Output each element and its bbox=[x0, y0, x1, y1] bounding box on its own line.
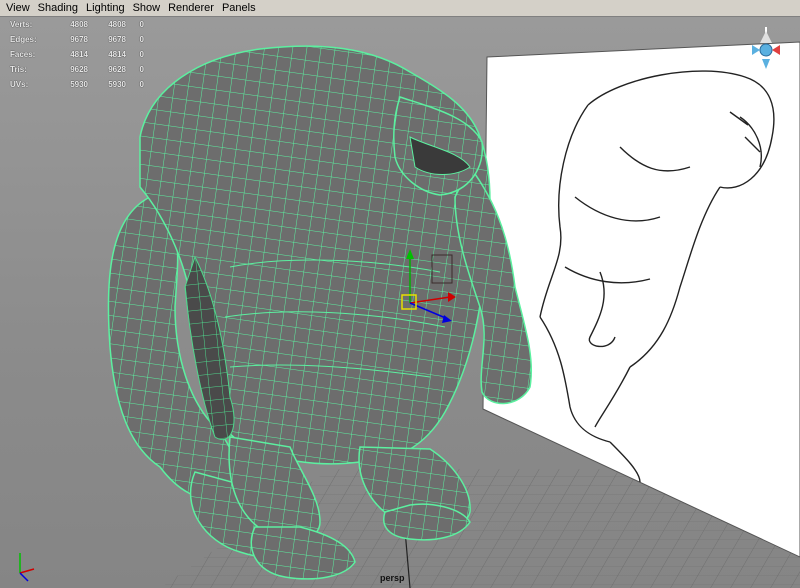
hud-row-edges: Edges: 9678 9678 0 bbox=[10, 32, 144, 47]
hud-value: 0 bbox=[139, 50, 144, 59]
hud-value: 9678 bbox=[108, 35, 126, 44]
hud-value: 0 bbox=[139, 80, 144, 89]
perspective-viewport[interactable]: Verts: 4808 4808 0 Edges: 9678 9678 0 Fa… bbox=[0, 17, 800, 588]
hud-value: 5930 bbox=[70, 80, 88, 89]
axis-indicator-icon bbox=[19, 553, 35, 582]
menu-lighting[interactable]: Lighting bbox=[82, 0, 129, 16]
panel-menubar: View Shading Lighting Show Renderer Pane… bbox=[0, 0, 800, 17]
scene-canvas bbox=[19, 27, 800, 588]
menu-panels[interactable]: Panels bbox=[218, 0, 260, 16]
menu-shading[interactable]: Shading bbox=[34, 0, 82, 16]
hud-value: 9628 bbox=[70, 65, 88, 74]
hud-row-faces: Faces: 4814 4814 0 bbox=[10, 47, 144, 62]
hud-row-uvs: UVs: 5930 5930 0 bbox=[10, 77, 144, 92]
menu-view[interactable]: View bbox=[0, 0, 34, 16]
camera-name-label: persp bbox=[380, 573, 405, 583]
menu-renderer[interactable]: Renderer bbox=[164, 0, 218, 16]
hud-value: 4808 bbox=[70, 20, 88, 29]
hud-row-tris: Tris: 9628 9628 0 bbox=[10, 62, 144, 77]
hud-value: 9678 bbox=[70, 35, 88, 44]
hud-row-verts: Verts: 4808 4808 0 bbox=[10, 17, 144, 32]
poly-count-hud: Verts: 4808 4808 0 Edges: 9678 9678 0 Fa… bbox=[10, 17, 144, 92]
hud-value: 0 bbox=[139, 20, 144, 29]
hud-value: 9628 bbox=[108, 65, 126, 74]
hud-value: 4814 bbox=[70, 50, 88, 59]
hud-label: UVs: bbox=[10, 80, 29, 89]
hud-label: Verts: bbox=[10, 20, 33, 29]
menu-show[interactable]: Show bbox=[129, 0, 165, 16]
hud-label: Edges: bbox=[10, 35, 37, 44]
hud-label: Faces: bbox=[10, 50, 36, 59]
hud-value: 0 bbox=[139, 65, 144, 74]
hud-value: 4808 bbox=[108, 20, 126, 29]
hud-value: 5930 bbox=[108, 80, 126, 89]
hud-value: 0 bbox=[139, 35, 144, 44]
hud-value: 4814 bbox=[108, 50, 126, 59]
hud-label: Tris: bbox=[10, 65, 27, 74]
